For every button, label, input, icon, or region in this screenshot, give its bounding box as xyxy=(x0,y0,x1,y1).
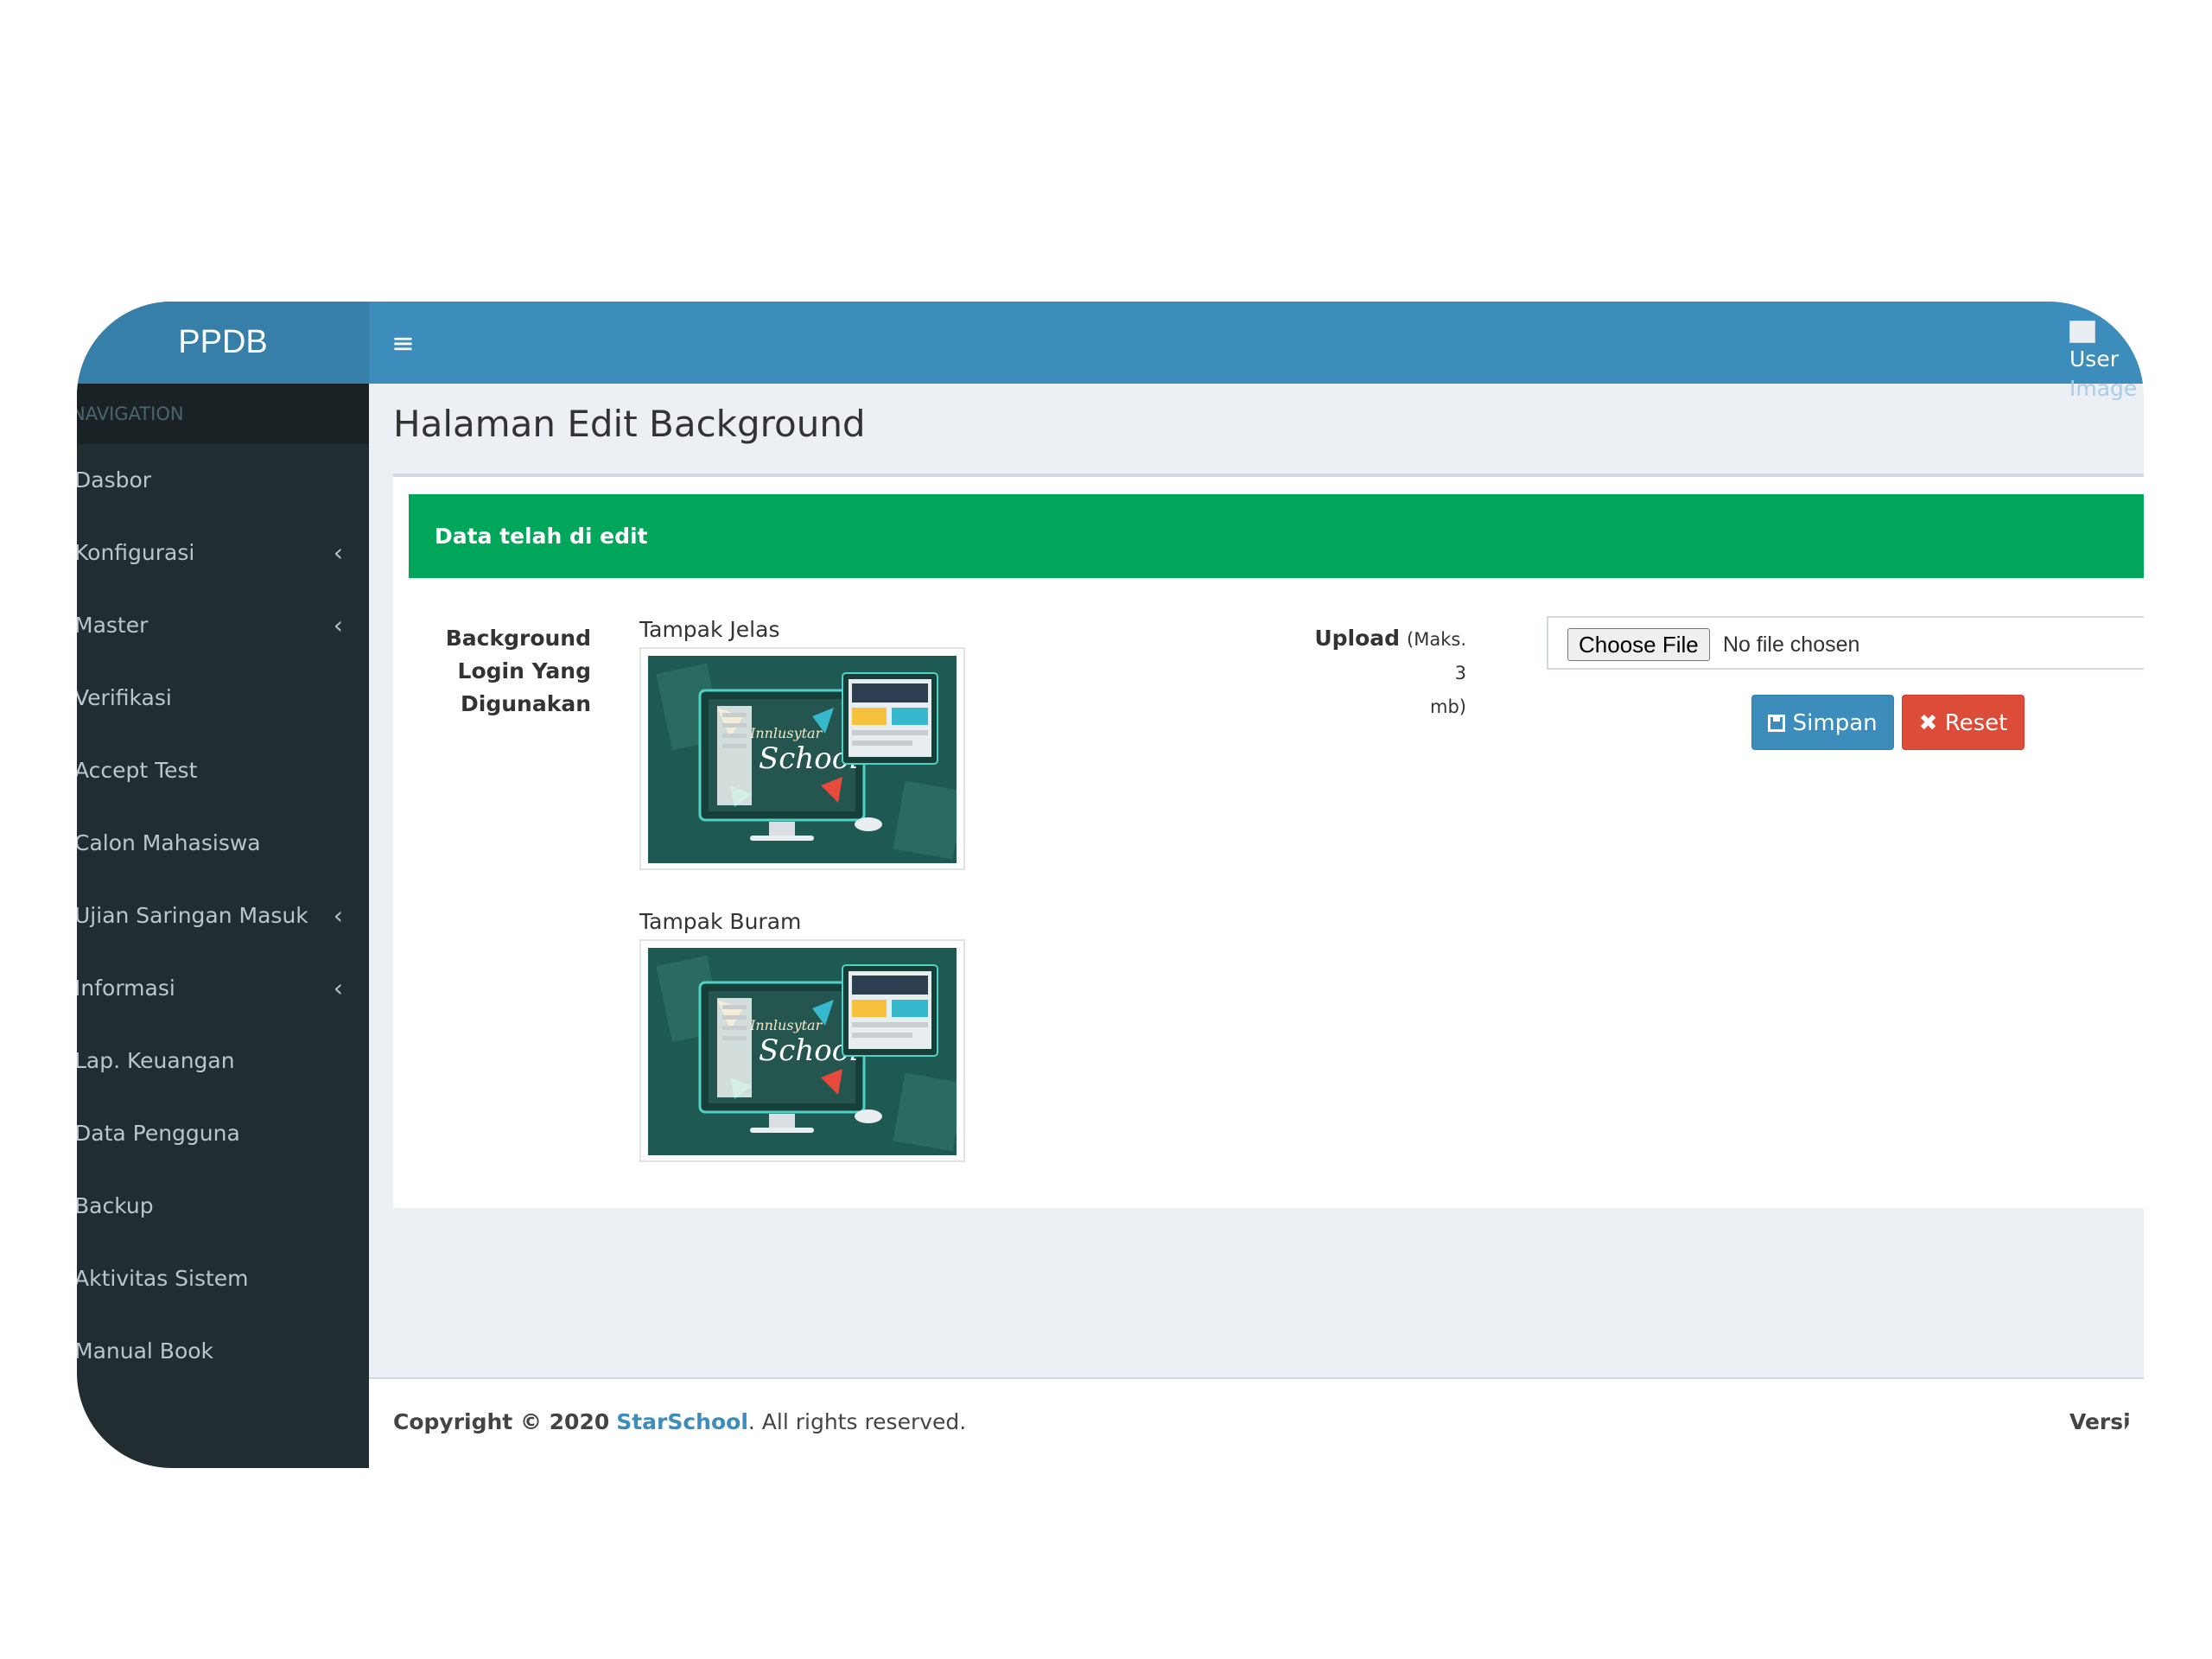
upload-label-text: Upload xyxy=(1314,626,1401,651)
no-file-chosen-text: No file chosen xyxy=(1723,632,1860,657)
file-upload-input[interactable]: Choose File No file chosen xyxy=(1547,616,2144,670)
floppy-disk-icon xyxy=(1768,715,1786,732)
clear-preview-caption: Tampak Jelas xyxy=(639,617,780,642)
sidebar-item-informasi[interactable]: Informasi ‹ xyxy=(77,952,369,1025)
clear-background-preview: Innlusytar School xyxy=(639,647,965,870)
sidebar-item-label: Konfigurasi xyxy=(77,540,195,565)
chevron-left-icon: ‹ xyxy=(333,974,343,1002)
sidebar-item-aktivitas-sistem[interactable]: Aktivitas Sistem xyxy=(77,1243,369,1315)
sidebar-item-dasbor[interactable]: Dasbor xyxy=(77,444,369,517)
background-label-line1: Background xyxy=(445,626,591,651)
chevron-left-icon: ‹ xyxy=(333,611,343,639)
sidebar-item-calon-mahasiswa[interactable]: Calon Mahasiswa xyxy=(77,807,369,880)
upload-hint-line1: (Maks. 3 xyxy=(1407,629,1466,683)
sidebar-item-label: Calon Mahasiswa xyxy=(77,830,261,855)
save-button[interactable]: Simpan xyxy=(1751,695,1894,750)
sidebar-item-konfigurasi[interactable]: Konfigurasi ‹ xyxy=(77,517,369,589)
sidebar-item-label: Manual Book xyxy=(77,1338,214,1363)
sidebar-item-label: Master xyxy=(77,613,149,638)
preview-image-clear: Innlusytar School xyxy=(648,656,957,863)
chevron-left-icon: ‹ xyxy=(333,901,343,930)
sidebar-item-label: Backup xyxy=(77,1193,154,1218)
sidebar-menu: Dasbor Konfigurasi ‹ Master ‹ Verifikasi Accep… xyxy=(77,444,369,1388)
content-wrapper: Halaman Edit Background Data telah di ed… xyxy=(369,384,2144,1351)
sidebar-item-label: Dasbor xyxy=(77,467,152,493)
sidebar-item-label: Aktivitas Sistem xyxy=(77,1266,249,1291)
page-title: Halaman Edit Background xyxy=(393,403,866,445)
success-alert: Data telah di edit xyxy=(409,494,2144,578)
reset-button[interactable]: ✖ Reset xyxy=(1902,695,2024,750)
sidebar-item-data-pengguna[interactable]: Data Pengguna xyxy=(77,1097,369,1170)
sidebar-item-label: Ujian Saringan Masuk xyxy=(77,903,308,928)
sidebar-item-label: Accept Test xyxy=(77,758,198,783)
upload-hint-line2: mb) xyxy=(1430,696,1466,717)
sidebar-item-master[interactable]: Master ‹ xyxy=(77,589,369,662)
choose-file-button[interactable]: Choose File xyxy=(1567,628,1710,661)
sidebar: PPDB NAVIGATION Dasbor Konfigurasi ‹ Master… xyxy=(77,302,369,1468)
upload-label: Upload (Maks. 3 mb) xyxy=(1300,622,1466,723)
app-window: PPDB NAVIGATION Dasbor Konfigurasi ‹ Master… xyxy=(77,302,2144,1468)
background-label-line3: Digunakan xyxy=(461,691,591,716)
copyright-text: Copyright © 2020 StarSchool. All rights … xyxy=(393,1409,966,1434)
preview-image-blur: Innlusytar School xyxy=(648,948,957,1155)
version-label: Version xyxy=(2069,1409,2139,1434)
copyright-prefix: Copyright © 2020 xyxy=(393,1409,610,1434)
sidebar-item-backup[interactable]: Backup xyxy=(77,1170,369,1243)
copyright-suffix: . All rights reserved. xyxy=(747,1409,967,1434)
edit-background-box: Data telah di edit Background Login Yang… xyxy=(393,474,2144,1208)
sidebar-item-label: Data Pengguna xyxy=(77,1121,240,1146)
app-logo[interactable]: PPDB xyxy=(77,302,369,384)
sidebar-item-verifikasi[interactable]: Verifikasi xyxy=(77,662,369,734)
blur-background-preview: Innlusytar School xyxy=(639,939,965,1162)
background-label: Background Login Yang Digunakan xyxy=(445,622,591,721)
chevron-left-icon: ‹ xyxy=(333,538,343,567)
nav-header: NAVIGATION xyxy=(77,384,369,444)
save-button-label: Simpan xyxy=(1792,710,1878,736)
hamburger-icon[interactable]: ≡ xyxy=(391,326,415,360)
preview-script-text: Innlusytar xyxy=(749,725,823,741)
sidebar-item-label: Verifikasi xyxy=(77,685,172,710)
background-label-line2: Login Yang xyxy=(457,658,591,683)
preview-script-text: Innlusytar xyxy=(749,1017,823,1033)
blur-preview-caption: Tampak Buram xyxy=(639,909,802,934)
sidebar-item-lap-keuangan[interactable]: Lap. Keuangan xyxy=(77,1025,369,1097)
reset-button-label: Reset xyxy=(1944,710,2008,736)
sidebar-item-accept-test[interactable]: Accept Test xyxy=(77,734,369,807)
times-icon: ✖ xyxy=(1918,710,1938,736)
broken-image-icon xyxy=(2069,321,2095,343)
sidebar-item-ujian-saringan-masuk[interactable]: Ujian Saringan Masuk ‹ xyxy=(77,880,369,952)
main-footer: Copyright © 2020 StarSchool. All rights … xyxy=(369,1377,2144,1468)
top-navbar: ≡ User Image xyxy=(369,302,2144,401)
sidebar-item-manual-book[interactable]: Manual Book xyxy=(77,1315,369,1388)
sidebar-item-label: Lap. Keuangan xyxy=(77,1048,235,1073)
starschool-link[interactable]: StarSchool xyxy=(616,1409,748,1434)
sidebar-item-label: Informasi xyxy=(77,976,175,1001)
user-image-alt-line1: User xyxy=(2069,346,2119,372)
